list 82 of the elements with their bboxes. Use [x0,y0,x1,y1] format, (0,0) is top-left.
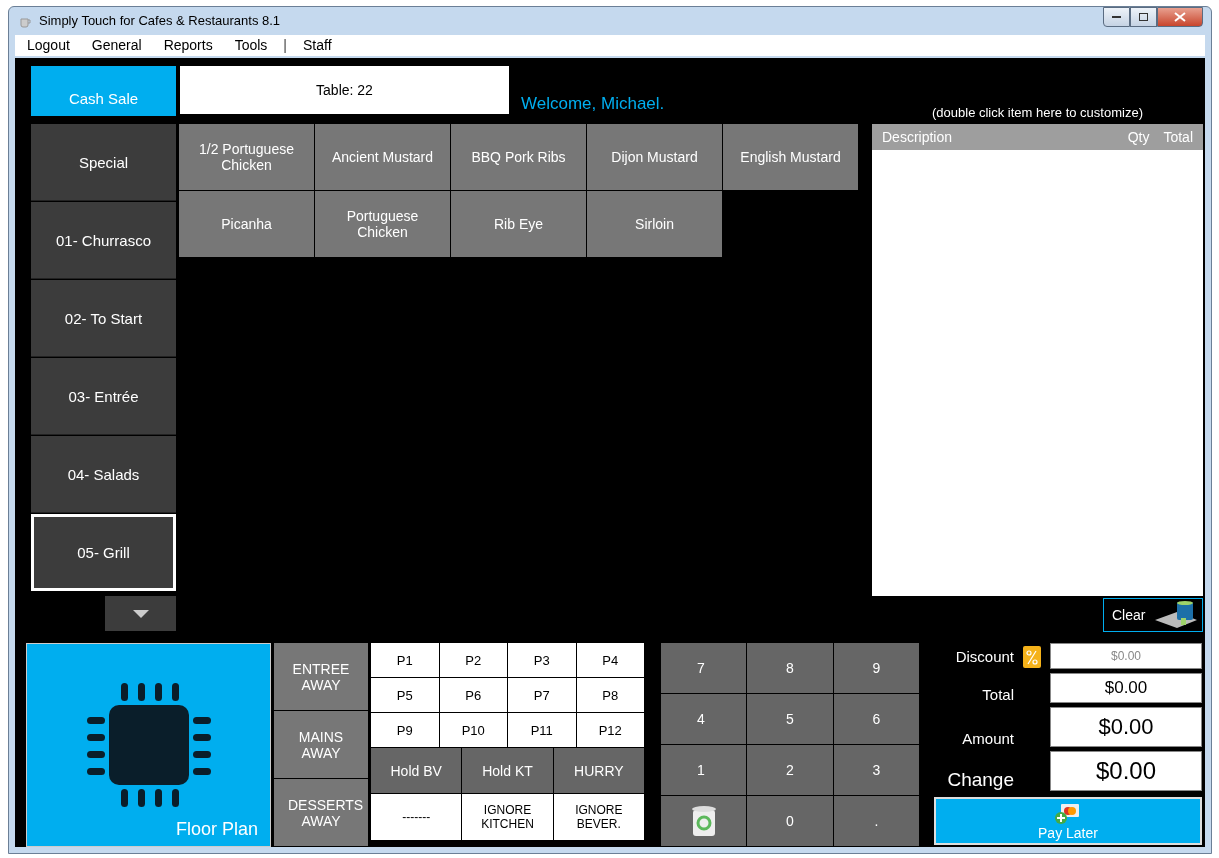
position-button[interactable]: P1 [371,643,439,677]
window-title: Simply Touch for Cafes & Restaurants 8.1 [39,13,282,29]
numpad-key[interactable]: 7 [661,643,747,693]
ignore-button[interactable]: ------- [371,794,462,840]
amount-field: $0.00 [1050,751,1202,791]
category-button[interactable]: 02- To Start [31,280,176,357]
maximize-icon [1138,12,1149,22]
clear-button[interactable]: Clear [1103,598,1203,632]
card-add-icon [1055,803,1081,825]
menu-item[interactable]: General [91,37,142,54]
ignore-button[interactable]: IGNORE KITCHEN [462,794,553,840]
numpad-key[interactable]: 6 [833,694,919,744]
maximize-button[interactable] [1130,7,1157,27]
position-button[interactable]: P7 [508,678,576,712]
category-button[interactable]: Special [31,124,176,201]
menu-item-button[interactable]: Dijon Mustard [587,124,722,190]
caret-down-icon [132,609,149,618]
course-away-button[interactable]: ENTREE AWAY [274,643,368,710]
amount-field: $0.00 [1050,707,1202,747]
position-button[interactable]: P10 [439,713,507,747]
bin-icon [1153,600,1199,630]
hold-button[interactable]: Hold KT [462,748,553,793]
numpad-key[interactable]: 0 [747,796,833,846]
numpad-key[interactable]: . [833,796,919,846]
numpad-key[interactable]: 9 [833,643,919,693]
scroll-down-button[interactable] [105,596,176,631]
menu-item[interactable]: Logout [27,37,70,54]
menu-separator: | [283,37,287,54]
column-header: Qty [1127,129,1150,145]
close-button[interactable] [1157,7,1203,27]
numpad-key[interactable]: 1 [661,745,747,795]
position-button[interactable]: P12 [576,713,644,747]
position-button[interactable]: P5 [371,678,439,712]
numpad-key[interactable]: 5 [747,694,833,744]
course-away-button[interactable]: DESSERTS AWAY [274,779,368,846]
numpad-key[interactable]: 8 [747,643,833,693]
category-button[interactable]: 03- Entrée [31,358,176,435]
total-label: Amount [961,730,1014,747]
menu-item-button[interactable]: Sirloin [587,191,722,257]
position-button[interactable]: P6 [439,678,507,712]
category-button[interactable]: 05- Grill [31,514,176,591]
position-button[interactable]: P4 [576,643,644,677]
menu-item-button[interactable]: Picanha [179,191,314,257]
welcome-text: Welcome, Michael. [521,94,665,114]
position-button[interactable]: P9 [371,713,439,747]
total-label: Discount [954,647,1014,665]
discount-tag-icon [1022,643,1042,669]
numpad-key[interactable]: 4 [661,694,747,744]
hold-button[interactable]: Hold BV [371,748,462,793]
column-header: Total [1163,129,1193,145]
numpad-key[interactable]: 2 [747,745,833,795]
recycle-bin-icon [690,804,717,838]
minimize-icon [1111,15,1122,19]
position-button[interactable]: P11 [508,713,576,747]
menu-item[interactable]: Staff [303,37,332,54]
course-away-button[interactable]: MAINS AWAY [274,711,368,778]
total-label: Total [981,686,1014,703]
recycle-bin-button[interactable] [661,796,747,846]
menu-item-button[interactable]: Ancient Mustard [315,124,450,190]
ignore-button[interactable]: IGNORE BEVER. [553,794,644,840]
menu-item-button[interactable]: BBQ Pork Ribs [451,124,586,190]
category-button[interactable]: 04- Salads [31,436,176,513]
total-label: Change [946,769,1014,791]
menu-item[interactable]: Reports [163,37,213,54]
discount-field[interactable]: $0.00 [1050,643,1202,669]
column-header: Description [882,129,954,145]
order-hint: (double click item here to customize) [932,105,1143,120]
close-icon [1174,12,1186,22]
minimize-button[interactable] [1103,7,1130,27]
position-button[interactable]: P8 [576,678,644,712]
position-button[interactable]: P3 [508,643,576,677]
amount-field: $0.00 [1050,673,1202,703]
menu-item-button[interactable]: Portuguese Chicken [315,191,450,257]
hold-button[interactable]: HURRY [553,748,644,793]
position-button[interactable]: P2 [439,643,507,677]
menu-item-button[interactable]: Rib Eye [451,191,586,257]
menu-item-button[interactable]: 1/2 Portuguese Chicken [179,124,314,190]
table-field[interactable]: Table: 22 [180,66,509,114]
menu-item[interactable]: Tools [234,37,268,54]
category-button[interactable]: 01- Churrasco [31,202,176,279]
numpad-key[interactable]: 3 [833,745,919,795]
menu-item-button[interactable]: English Mustard [723,124,858,190]
